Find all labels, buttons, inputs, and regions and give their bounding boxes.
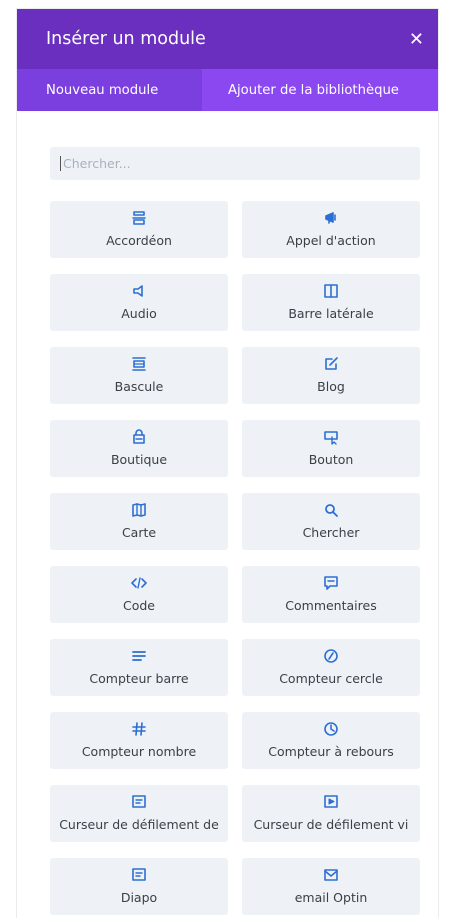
- module-label: Bouton: [308, 452, 354, 467]
- module-label: Compteur barre: [89, 671, 189, 686]
- module-tile[interactable]: Code: [50, 566, 228, 623]
- module-label: Commentaires: [285, 598, 377, 613]
- audio-icon: [50, 283, 228, 299]
- sidebar-icon: [242, 283, 420, 299]
- circle-counter-icon: [242, 648, 420, 664]
- search-input[interactable]: [61, 155, 420, 172]
- accordion-icon: [50, 210, 228, 226]
- dialog-tabs: Nouveau module Ajouter de la bibliothèqu…: [17, 69, 438, 111]
- video-slider-icon: [242, 794, 420, 810]
- comments-icon: [242, 575, 420, 591]
- hash-icon: [50, 721, 228, 737]
- button-icon: [242, 429, 420, 445]
- module-tile[interactable]: Carte: [50, 493, 228, 550]
- module-tile[interactable]: Accordéon: [50, 201, 228, 258]
- module-tile[interactable]: Appel d'action: [242, 201, 420, 258]
- module-label: email Optin: [294, 890, 368, 905]
- search-icon: [242, 502, 420, 518]
- module-tile[interactable]: Compteur nombre: [50, 712, 228, 769]
- module-label: Blog: [317, 379, 345, 394]
- email-icon: [242, 867, 420, 883]
- module-tile[interactable]: Compteur barre: [50, 639, 228, 696]
- module-label: Audio: [121, 306, 157, 321]
- module-label: Compteur cercle: [279, 671, 383, 686]
- blog-icon: [242, 356, 420, 372]
- dialog-title: Insérer un module: [46, 29, 206, 49]
- map-icon: [50, 502, 228, 518]
- tab-add-from-library[interactable]: Ajouter de la bibliothèque: [202, 69, 438, 111]
- module-label: Compteur nombre: [81, 744, 197, 759]
- module-tile[interactable]: Boutique: [50, 420, 228, 477]
- module-label: Compteur à rebours: [268, 744, 394, 759]
- module-label: Chercher: [302, 525, 360, 540]
- module-label: Barre latérale: [288, 306, 374, 321]
- post-slider-icon: [50, 794, 228, 810]
- search-box: [50, 147, 420, 180]
- toggle-icon: [50, 356, 228, 372]
- module-label: Curseur de défilement de: [59, 817, 219, 832]
- module-tile[interactable]: Curseur de défilement vi: [242, 785, 420, 842]
- text-caret: [60, 156, 61, 171]
- slider-icon: [50, 867, 228, 883]
- tab-new-module[interactable]: Nouveau module: [17, 69, 202, 111]
- module-tile[interactable]: Chercher: [242, 493, 420, 550]
- dialog-header: Insérer un module ✕: [17, 9, 438, 69]
- module-tile[interactable]: Barre latérale: [242, 274, 420, 331]
- module-tile[interactable]: Curseur de défilement de: [50, 785, 228, 842]
- module-tile[interactable]: Compteur à rebours: [242, 712, 420, 769]
- bar-counter-icon: [50, 648, 228, 664]
- module-label: Appel d'action: [286, 233, 376, 248]
- countdown-icon: [242, 721, 420, 737]
- module-label: Bascule: [114, 379, 164, 394]
- insert-module-dialog: Insérer un module ✕ Nouveau module Ajout…: [17, 9, 438, 918]
- module-tile[interactable]: Audio: [50, 274, 228, 331]
- close-icon[interactable]: ✕: [409, 29, 424, 50]
- module-label: Diapo: [120, 890, 158, 905]
- module-tile[interactable]: Compteur cercle: [242, 639, 420, 696]
- code-icon: [50, 575, 228, 591]
- module-label: Boutique: [110, 452, 168, 467]
- module-tile[interactable]: Bouton: [242, 420, 420, 477]
- module-label: Carte: [121, 525, 157, 540]
- module-label: Accordéon: [106, 233, 172, 248]
- module-tile[interactable]: Bascule: [50, 347, 228, 404]
- megaphone-icon: [242, 210, 420, 226]
- module-label: Code: [122, 598, 155, 613]
- module-label: Curseur de défilement vi: [253, 817, 409, 832]
- module-tile[interactable]: Blog: [242, 347, 420, 404]
- shop-icon: [50, 429, 228, 445]
- module-tile[interactable]: Diapo: [50, 858, 228, 915]
- module-tile[interactable]: email Optin: [242, 858, 420, 915]
- module-tile[interactable]: Commentaires: [242, 566, 420, 623]
